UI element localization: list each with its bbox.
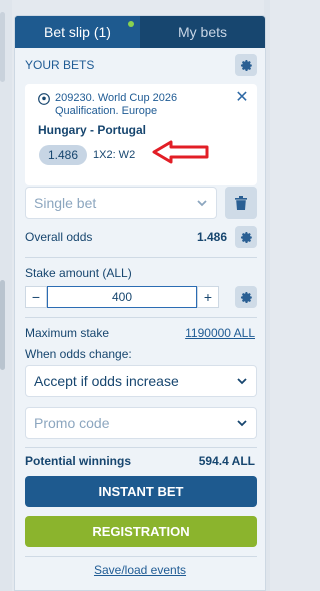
market-label: 1X2: W2	[93, 149, 136, 161]
tab-my-bets[interactable]: My bets	[140, 16, 265, 48]
odds-badge: 1.486	[39, 145, 87, 165]
chevron-down-icon	[237, 420, 247, 427]
gear-icon	[240, 59, 252, 71]
registration-button[interactable]: REGISTRATION	[25, 516, 257, 547]
stake-increase-button[interactable]: +	[197, 286, 219, 308]
gear-icon	[240, 231, 252, 243]
bet-slip-panel: Bet slip (1) My bets YOUR BETS 209230. W…	[14, 15, 266, 591]
divider	[25, 447, 257, 448]
save-load-events-link[interactable]: Save/load events	[15, 563, 265, 577]
chevron-down-icon	[197, 200, 207, 207]
stake-input[interactable]: 400	[47, 286, 197, 308]
stake-settings-button[interactable]	[235, 286, 257, 308]
promo-code-placeholder: Promo code	[34, 415, 110, 431]
delete-button[interactable]	[225, 187, 257, 219]
odds-change-select[interactable]: Accept if odds increase	[25, 365, 257, 397]
overall-odds-label: Overall odds	[25, 230, 93, 244]
notification-dot	[128, 21, 134, 27]
divider	[25, 317, 257, 318]
odds-settings-button[interactable]	[235, 226, 257, 248]
potential-winnings-value: 594.4 ALL	[198, 454, 255, 468]
match-teams: Hungary - Portugal	[38, 123, 147, 137]
stake-label: Stake amount (ALL)	[25, 266, 132, 280]
chevron-down-icon	[237, 378, 247, 385]
tab-label: My bets	[177, 24, 227, 40]
settings-button[interactable]	[235, 54, 257, 76]
overall-odds-value: 1.486	[196, 230, 227, 244]
close-icon[interactable]: ✕	[235, 90, 249, 106]
tab-bar: Bet slip (1) My bets	[15, 16, 265, 48]
max-stake-link[interactable]: 1190000 ALL	[185, 326, 255, 340]
bet-card: 209230. World Cup 2026 Qualification. Eu…	[25, 84, 257, 185]
tab-bet-slip[interactable]: Bet slip (1)	[15, 16, 140, 48]
scrollbar-thumb[interactable]	[0, 12, 5, 82]
gear-icon	[240, 291, 252, 303]
instant-bet-button[interactable]: INSTANT BET	[25, 476, 257, 507]
soccer-ball-icon	[38, 93, 50, 105]
odds-change-label: When odds change:	[25, 347, 132, 361]
tab-label: Bet slip (1)	[44, 24, 111, 40]
stake-stepper: − 400 +	[25, 286, 219, 308]
trash-icon	[235, 196, 247, 210]
red-arrow-icon	[152, 140, 209, 164]
left-scroll-area	[0, 0, 12, 591]
max-stake-label: Maximum stake	[25, 326, 110, 340]
bet-type-value: Single bet	[34, 195, 97, 211]
divider	[25, 556, 257, 557]
stake-decrease-button[interactable]: −	[25, 286, 47, 308]
divider	[25, 257, 257, 258]
odds-change-value: Accept if odds increase	[34, 373, 179, 389]
bet-type-select[interactable]: Single bet	[25, 187, 217, 219]
potential-winnings-label: Potential winnings	[25, 454, 132, 468]
event-title: 209230. World Cup 2026 Qualification. Eu…	[55, 92, 178, 117]
section-title: YOUR BETS	[25, 58, 95, 72]
promo-code-select[interactable]: Promo code	[25, 407, 257, 439]
scrollbar-thumb[interactable]	[0, 280, 5, 370]
